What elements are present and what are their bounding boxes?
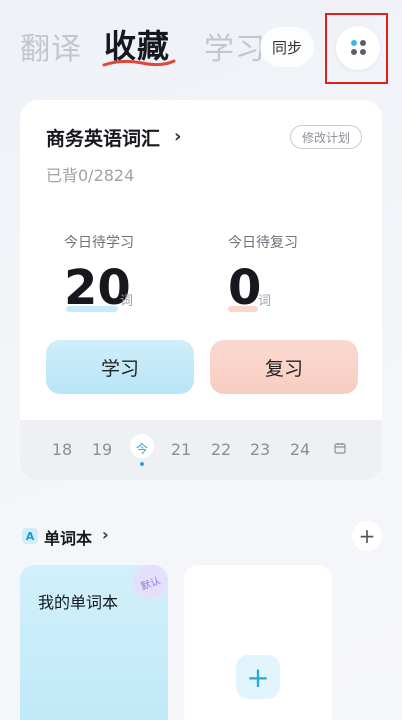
today-review-unit: 词 (258, 294, 272, 309)
today-study-label: 今日待学习 (64, 235, 134, 251)
notebook-section-title[interactable]: 单词本 (44, 525, 92, 549)
plan-title[interactable]: 商务英语词汇 (46, 124, 160, 151)
top-tab-bar: 翻译 收藏 学习 同步 (0, 0, 402, 90)
notebook-card[interactable]: 我的单词本 默认 (20, 560, 172, 720)
chevron-right-icon[interactable]: › (102, 525, 109, 544)
active-tab-underline (102, 59, 176, 67)
plan-progress: 已背0/2824 (46, 166, 135, 185)
date-item[interactable]: 24 (285, 440, 315, 459)
date-item[interactable]: 19 (87, 440, 117, 459)
today-review-label: 今日待复习 (228, 235, 298, 251)
notebook-section-header: A 单词本 › + (22, 521, 382, 551)
study-button[interactable]: 学习 (46, 340, 194, 394)
study-plan-card: 商务英语词汇 › 修改计划 已背0/2824 今日待学习 20 词 今日待复习 … (20, 100, 382, 420)
sync-button[interactable]: 同步 (260, 27, 314, 67)
new-notebook-card[interactable]: + (184, 565, 332, 720)
notebook-a-icon: A (22, 528, 38, 544)
default-badge: 默认 (128, 560, 172, 604)
edit-plan-button[interactable]: 修改计划 (290, 125, 362, 149)
chevron-right-icon[interactable]: › (174, 126, 181, 147)
tab-study[interactable]: 学习 (204, 24, 266, 68)
notebook-card-title: 我的单词本 (38, 593, 119, 612)
plus-icon: + (358, 524, 376, 548)
today-dot (140, 462, 144, 466)
today-study-unit: 词 (120, 294, 134, 309)
date-item-today[interactable]: 今 (127, 440, 157, 457)
date-item[interactable]: 21 (166, 440, 196, 459)
today-review-count: 0 (228, 260, 262, 316)
date-item[interactable]: 22 (206, 440, 236, 459)
plus-icon: + (236, 655, 280, 699)
review-button[interactable]: 复习 (210, 340, 358, 394)
date-item[interactable]: 18 (47, 440, 77, 459)
tab-translate[interactable]: 翻译 (20, 24, 82, 68)
calendar-icon[interactable] (334, 442, 346, 454)
menu-button[interactable] (336, 26, 380, 70)
date-item[interactable]: 23 (245, 440, 275, 459)
date-strip: 18 19 今 21 22 23 24 (20, 420, 382, 480)
add-notebook-button[interactable]: + (352, 521, 382, 551)
